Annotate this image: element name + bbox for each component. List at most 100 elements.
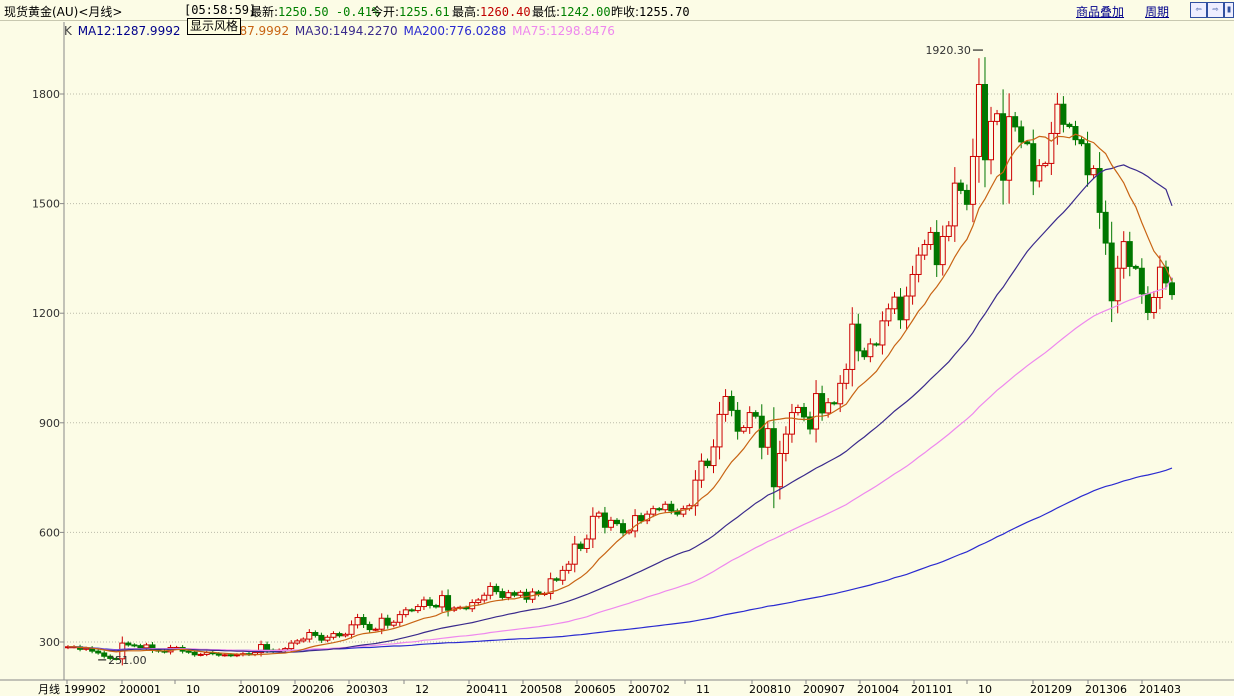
candle-body <box>770 428 777 488</box>
candle-body <box>583 538 590 549</box>
candle-body <box>716 413 723 448</box>
candle-body <box>1006 116 1013 181</box>
candle-body <box>191 651 198 656</box>
candle-body <box>1024 141 1031 145</box>
candle-body <box>601 512 608 528</box>
candle-body <box>1018 126 1025 143</box>
candle-body <box>909 273 916 297</box>
candle-body <box>638 515 645 522</box>
candle-body <box>306 632 313 640</box>
x-tick-label: 200411 <box>466 683 508 696</box>
x-tick-label: 10 <box>186 683 200 696</box>
candle-body <box>487 585 494 596</box>
x-tick-label: 200206 <box>292 683 334 696</box>
candle-body <box>439 595 446 608</box>
candle-body <box>613 519 620 525</box>
candle-body <box>264 644 271 651</box>
low-annotation: 251.00 <box>108 654 147 667</box>
candle-body <box>710 446 717 467</box>
candle-body <box>903 295 910 321</box>
candlestick-chart[interactable]: 300 600 900 1200 1500 1800 1920.30 251.00 月线 1999… <box>0 0 1234 696</box>
candle-body <box>752 412 759 417</box>
candle-body <box>288 642 295 650</box>
candle-body <box>891 296 898 310</box>
candle-body <box>589 515 596 540</box>
x-tick-label: 200605 <box>574 683 616 696</box>
ma75-line <box>68 276 1173 652</box>
candle-body <box>1126 241 1133 267</box>
candle-body <box>981 84 988 161</box>
candle-body <box>1169 282 1175 296</box>
x-tick-label: 199902 <box>64 683 106 696</box>
ma200-line <box>68 467 1173 652</box>
candle-body <box>131 644 138 647</box>
x-tick-label: 201306 <box>1085 683 1127 696</box>
candle-body <box>1150 296 1157 313</box>
x-tick-label: 10 <box>978 683 992 696</box>
candle-body <box>197 653 204 656</box>
candle-body <box>873 343 880 346</box>
candle-body <box>571 543 578 565</box>
candle-body <box>722 395 729 415</box>
candle-body <box>493 585 500 593</box>
candle-body <box>185 650 192 653</box>
candle-body <box>1000 113 1007 181</box>
candle-body <box>1102 211 1109 244</box>
y-tick-label: 600 <box>39 526 60 539</box>
candle-body <box>408 609 415 612</box>
candle-body <box>782 433 789 454</box>
candle-body <box>1012 116 1019 128</box>
candle-body <box>1108 242 1115 302</box>
candle-body <box>1120 241 1127 269</box>
candle-body <box>855 323 862 352</box>
candle-body <box>402 609 409 616</box>
candle-body <box>227 654 234 657</box>
candle-body <box>607 519 614 528</box>
y-tick-label: 1800 <box>32 88 60 101</box>
candle-body <box>668 503 675 512</box>
candle-body <box>1144 293 1151 313</box>
candle-body <box>312 632 319 636</box>
candle-body <box>378 617 385 630</box>
candle-body <box>620 523 627 534</box>
candle-body <box>837 382 844 405</box>
candle-body <box>553 578 560 581</box>
candle-body <box>414 606 421 612</box>
x-tick-label: 200907 <box>803 683 845 696</box>
candle-body <box>734 409 741 432</box>
candle-body <box>221 654 228 657</box>
candle-body <box>656 508 663 511</box>
candle-body <box>1138 267 1145 295</box>
x-tick-label: 201403 <box>1139 683 1181 696</box>
candle-body <box>1078 139 1085 145</box>
candle-body <box>879 320 886 346</box>
candle-body <box>1066 123 1073 128</box>
x-tick-label: 201101 <box>911 683 953 696</box>
candle-body <box>704 460 711 467</box>
candle-body <box>342 633 349 637</box>
candle-body <box>1042 162 1049 167</box>
x-tick-label: 201209 <box>1030 683 1072 696</box>
candle-body <box>969 155 976 205</box>
candle-body <box>764 428 771 448</box>
y-tick-label: 1200 <box>32 307 60 320</box>
candle-body <box>1072 126 1079 141</box>
candle-body <box>1048 132 1055 164</box>
candle-body <box>481 594 488 601</box>
candle-body <box>1030 143 1037 182</box>
candle-body <box>813 393 820 430</box>
x-axis-period-label: 月线 <box>38 682 60 696</box>
candle-body <box>318 634 325 641</box>
candle-body <box>994 113 1001 122</box>
candle-body <box>396 614 403 623</box>
candle-body <box>933 231 940 266</box>
candle-body <box>1156 266 1163 298</box>
candle-body <box>788 412 795 435</box>
candle-body <box>294 640 301 644</box>
candle-body <box>1084 143 1091 176</box>
candle-body <box>915 254 922 275</box>
candle-body <box>885 308 892 322</box>
candle-body <box>1054 103 1061 134</box>
candle-body <box>825 402 832 414</box>
candle-body <box>740 427 747 432</box>
